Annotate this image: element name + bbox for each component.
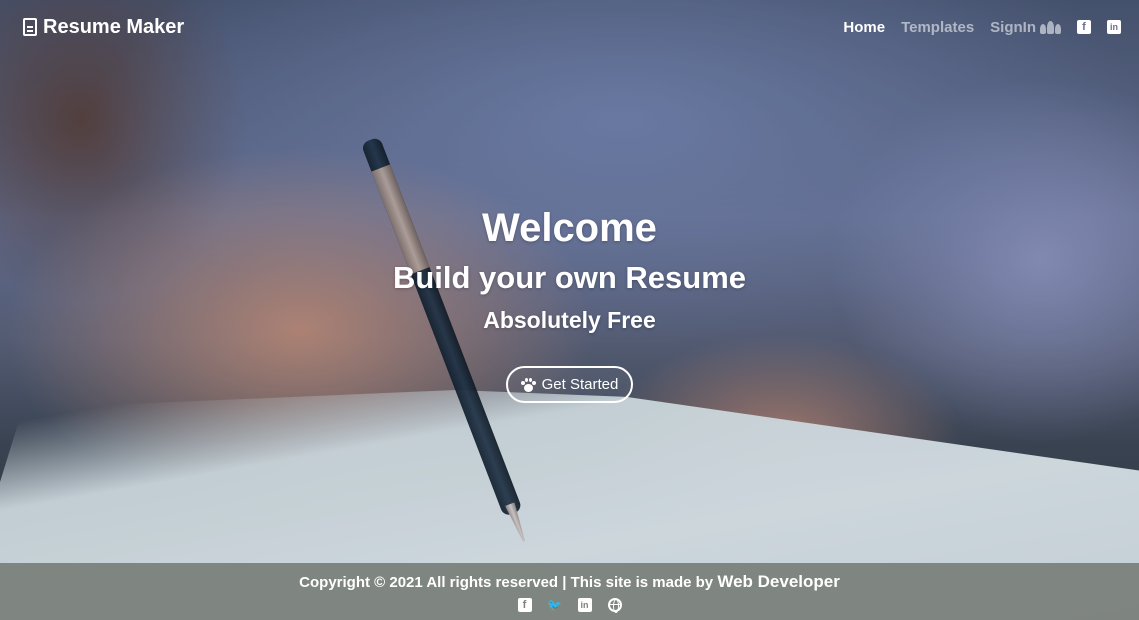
footer: Copyright © 2021 All rights reserved | T… [0,563,1139,620]
footer-copyright: Copyright © 2021 All rights reserved | T… [0,572,1139,592]
get-started-label: Get Started [541,376,619,393]
users-icon [1040,20,1061,34]
paw-icon [520,377,536,392]
facebook-icon[interactable]: f [1077,20,1091,34]
linkedin-icon[interactable]: in [577,598,592,612]
twitter-icon[interactable]: 🐦 [547,598,562,612]
signin-label: SignIn [990,18,1036,36]
hero-subtitle: Build your own Resume [392,260,747,295]
footer-social-links: f 🐦 in [0,598,1139,613]
navbar: Resume Maker Home Templates SignIn f in [0,0,1139,54]
hero-title: Welcome [482,206,657,250]
globe-icon[interactable] [607,598,622,613]
nav-home-link[interactable]: Home [843,19,885,36]
footer-author: Web Developer [717,572,840,591]
brand-link[interactable]: Resume Maker [23,16,184,39]
copyright-text: Copyright © 2021 All rights reserved | T… [299,574,718,591]
facebook-icon[interactable]: f [517,598,532,612]
nav-templates-link[interactable]: Templates [901,19,974,36]
get-started-button[interactable]: Get Started [505,366,634,403]
hero-section: Welcome Build your own Resume Absolutely… [0,200,1139,403]
brand-title: Resume Maker [43,15,185,38]
nav-menu: Home Templates SignIn f in [843,19,1121,36]
linkedin-icon[interactable]: in [1107,20,1121,34]
file-text-icon [23,18,37,36]
hero-tagline: Absolutely Free [483,307,656,333]
nav-signin-link[interactable]: SignIn [990,19,1061,36]
